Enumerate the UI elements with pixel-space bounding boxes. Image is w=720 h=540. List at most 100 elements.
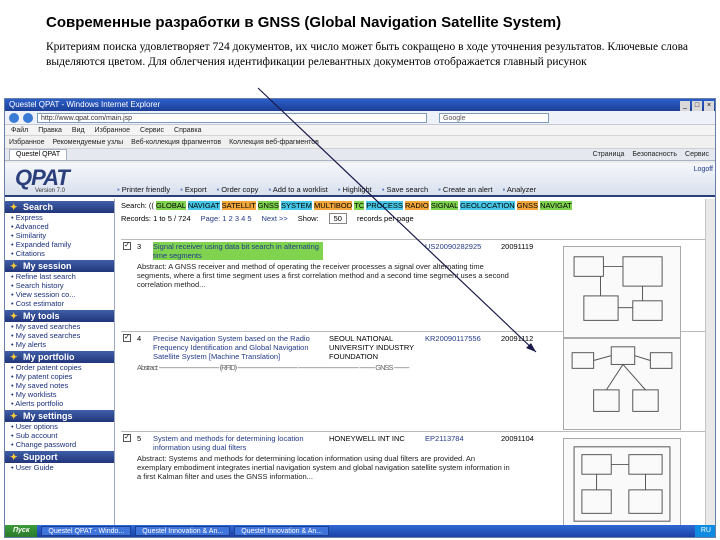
browser-screenshot: Questel QPAT - Windows Internet Explorer… xyxy=(4,98,716,538)
search-query-line: Search: (( GLOBAL NAVIGAT SATELLIT GNSS … xyxy=(117,199,715,211)
records-per-page-label: records per page xyxy=(356,214,414,223)
search-term: SYSTEM xyxy=(281,201,312,210)
sidebar-head-my-settings[interactable]: My settings xyxy=(5,410,114,422)
menu-favorites[interactable]: Избранное xyxy=(95,125,130,135)
result-title[interactable]: Precise Navigation System based on the R… xyxy=(153,334,323,361)
menu-help[interactable]: Справка xyxy=(174,125,201,135)
sidebar-item-citations[interactable]: Citations xyxy=(5,249,114,258)
search-term: PROCESS xyxy=(366,201,403,210)
vertical-scrollbar[interactable] xyxy=(705,199,715,537)
minimize-icon[interactable]: _ xyxy=(680,101,690,111)
sidebar-item-sub-account[interactable]: Sub account xyxy=(5,431,114,440)
favorites-bar: Избранное Рекомендуемые узлы Веб-коллекц… xyxy=(5,136,715,149)
sidebar-item-alerts-portfolio[interactable]: Alerts portfolio xyxy=(5,399,114,408)
result-patent-number[interactable]: US20090282925 xyxy=(425,242,495,260)
sidebar-item-refine[interactable]: Refine last search xyxy=(5,272,114,281)
sidebar-head-search[interactable]: Search xyxy=(5,201,114,213)
security-menu-button[interactable]: Безопасность xyxy=(632,149,677,160)
result-checkbox[interactable]: ✓ xyxy=(123,242,131,250)
result-title[interactable]: Signal receiver using data bit search in… xyxy=(153,242,323,260)
create-alert-button[interactable]: Create an alert xyxy=(438,185,493,194)
records-pager: Records: 1 to 5 / 724 Page: 1 2 3 4 5 Ne… xyxy=(117,211,715,226)
printer-friendly-button[interactable]: Printer friendly xyxy=(117,185,170,194)
analyzer-button[interactable]: Analyzer xyxy=(503,185,536,194)
page-links[interactable]: Page: 1 2 3 4 5 xyxy=(201,214,252,223)
sidebar-head-support[interactable]: Support xyxy=(5,451,114,463)
sidebar-item-user-options[interactable]: User options xyxy=(5,422,114,431)
browser-tab-bar: Questel QPAT Страница Безопасность Серви… xyxy=(5,149,715,161)
search-term: GNSS xyxy=(516,201,538,210)
sidebar-item-order-copies[interactable]: Order patent copies xyxy=(5,363,114,372)
next-page-link[interactable]: Next >> xyxy=(262,214,288,223)
tab-questel-qpat[interactable]: Questel QPAT xyxy=(9,149,68,160)
tab-tools: Страница Безопасность Сервис xyxy=(593,149,715,160)
order-copy-button[interactable]: Order copy xyxy=(217,185,258,194)
highlight-button[interactable]: Highlight xyxy=(338,185,372,194)
browser-title-bar: Questel QPAT - Windows Internet Explorer… xyxy=(5,99,715,111)
menu-tools[interactable]: Сервис xyxy=(140,125,164,135)
sidebar-item-express[interactable]: Express xyxy=(5,213,114,222)
result-drawing[interactable] xyxy=(563,246,681,338)
results-list: ✓ 3 Signal receiver using data bit searc… xyxy=(121,239,711,530)
logoff-link[interactable]: Logoff xyxy=(694,166,713,173)
windows-taskbar: Пуск Questel QPAT - Windo... Questel Inn… xyxy=(5,525,715,537)
menu-file[interactable]: Файл xyxy=(11,125,28,135)
sidebar-item-saved-searches-1[interactable]: My saved searches xyxy=(5,322,114,331)
search-term: MULTIBOD xyxy=(313,201,353,210)
sidebar-item-patent-copies[interactable]: My patent copies xyxy=(5,372,114,381)
sidebar-item-similarity[interactable]: Similarity xyxy=(5,231,114,240)
forward-icon[interactable] xyxy=(23,112,33,123)
sidebar-head-my-portfolio[interactable]: My portfolio xyxy=(5,351,114,363)
show-label: Show: xyxy=(297,214,319,223)
sidebar-item-expanded-family[interactable]: Expanded family xyxy=(5,240,114,249)
page-menu-button[interactable]: Страница xyxy=(593,149,625,160)
taskbar-item[interactable]: Questel QPAT - Windo... xyxy=(41,526,132,536)
taskbar-item[interactable]: Questel Innovation & An... xyxy=(135,526,231,536)
browser-search-input[interactable]: Google xyxy=(439,112,549,123)
sidebar-item-change-password[interactable]: Change password xyxy=(5,440,114,449)
favorites-link-2[interactable]: Веб-коллекция фрагментов xyxy=(131,136,221,148)
sidebar-item-cost-estimator[interactable]: Cost estimator xyxy=(5,299,114,308)
records-per-page-select[interactable]: 50 xyxy=(328,213,347,224)
export-button[interactable]: Export xyxy=(180,185,207,194)
sidebar-item-user-guide[interactable]: User Guide xyxy=(5,463,114,472)
close-icon[interactable]: × xyxy=(704,101,714,111)
maximize-icon[interactable]: □ xyxy=(692,101,702,111)
qpat-sidebar: Search Express Advanced Similarity Expan… xyxy=(5,199,115,527)
result-checkbox[interactable]: ✓ xyxy=(123,434,131,442)
result-number: 5 xyxy=(137,434,142,443)
back-icon[interactable] xyxy=(9,112,19,123)
qpat-version: Version 7.0 xyxy=(35,188,66,194)
result-patent-number[interactable]: KR20090117556 xyxy=(425,334,495,361)
sidebar-item-alerts[interactable]: My alerts xyxy=(5,340,114,349)
sidebar-item-history[interactable]: Search history xyxy=(5,281,114,290)
search-term: GNSS xyxy=(257,201,279,210)
sidebar-head-my-tools[interactable]: My tools xyxy=(5,310,114,322)
sidebar-item-saved-notes[interactable]: My saved notes xyxy=(5,381,114,390)
browser-window-title: Questel QPAT - Windows Internet Explorer xyxy=(9,100,161,109)
start-button[interactable]: Пуск xyxy=(5,525,38,537)
menu-edit[interactable]: Правка xyxy=(38,125,62,135)
search-query-prefix: Search: (( xyxy=(121,201,154,210)
result-number: 3 xyxy=(137,242,142,251)
sidebar-head-my-session[interactable]: My session xyxy=(5,260,114,272)
save-search-button[interactable]: Save search xyxy=(382,185,428,194)
address-input[interactable]: http://www.qpat.com/main.jsp xyxy=(37,112,427,123)
result-drawing[interactable] xyxy=(563,338,681,430)
result-title[interactable]: System and methods for determining locat… xyxy=(153,434,323,452)
favorites-button[interactable]: Избранное xyxy=(9,136,44,148)
favorites-link-3[interactable]: Коллекция веб-фрагментов xyxy=(229,136,319,148)
result-patent-number[interactable]: EP2113784 xyxy=(425,434,495,452)
sidebar-item-advanced[interactable]: Advanced xyxy=(5,222,114,231)
sidebar-item-view-session[interactable]: View session co... xyxy=(5,290,114,299)
sidebar-item-saved-searches-2[interactable]: My saved searches xyxy=(5,331,114,340)
result-drawing[interactable] xyxy=(563,438,681,530)
add-to-worklist-button[interactable]: Add to a worklist xyxy=(268,185,328,194)
result-checkbox[interactable]: ✓ xyxy=(123,334,131,342)
taskbar-item[interactable]: Questel Innovation & An... xyxy=(234,526,330,536)
menu-view[interactable]: Вид xyxy=(72,125,85,135)
search-term: TC xyxy=(354,201,365,210)
tools-menu-button[interactable]: Сервис xyxy=(685,149,709,160)
favorites-link-1[interactable]: Рекомендуемые узлы xyxy=(52,136,123,148)
sidebar-item-worklists[interactable]: My worklists xyxy=(5,390,114,399)
